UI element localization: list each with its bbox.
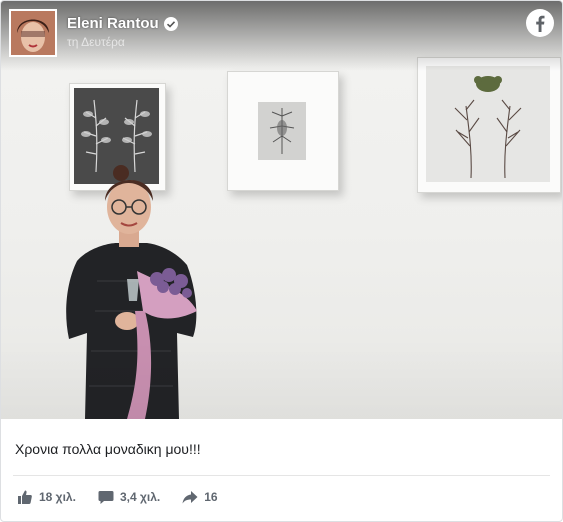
author-name[interactable]: Eleni Rantou xyxy=(67,15,159,32)
post-timestamp[interactable]: τη Δευτέρα xyxy=(67,35,178,49)
author-info: Eleni Rantou τη Δευτέρα xyxy=(67,15,178,49)
post-caption: Χρονια πολλα μοναδικη μου!!! xyxy=(15,441,201,457)
comments-stat[interactable]: 3,4 χιλ. xyxy=(98,489,160,505)
post-header: Eleni Rantou τη Δευτέρα xyxy=(9,9,178,57)
avatar[interactable] xyxy=(9,9,57,57)
embedded-post: Eleni Rantou τη Δευτέρα Χρονια πολλα μον… xyxy=(0,0,563,522)
framed-artwork xyxy=(417,57,561,193)
engagement-bar: 18 χιλ. 3,4 χιλ. 16 xyxy=(17,489,240,505)
framed-artwork xyxy=(227,71,339,191)
divider xyxy=(13,475,550,476)
thumbs-up-icon xyxy=(18,490,32,504)
post-photo[interactable]: Eleni Rantou τη Δευτέρα xyxy=(1,1,562,419)
comment-bubble-icon xyxy=(98,491,114,504)
likes-stat[interactable]: 18 χιλ. xyxy=(17,489,76,505)
shares-stat[interactable]: 16 xyxy=(182,489,218,505)
share-arrow-icon xyxy=(182,491,198,504)
shares-count: 16 xyxy=(204,490,218,504)
facebook-logo-icon[interactable] xyxy=(526,9,554,37)
verified-badge-icon xyxy=(163,16,178,31)
author-row: Eleni Rantou xyxy=(67,15,178,32)
artwork-image xyxy=(258,102,306,160)
floor-shading xyxy=(1,339,562,419)
likes-count: 18 χιλ. xyxy=(39,490,76,504)
artwork-image xyxy=(426,66,550,182)
comments-count: 3,4 χιλ. xyxy=(119,490,161,504)
